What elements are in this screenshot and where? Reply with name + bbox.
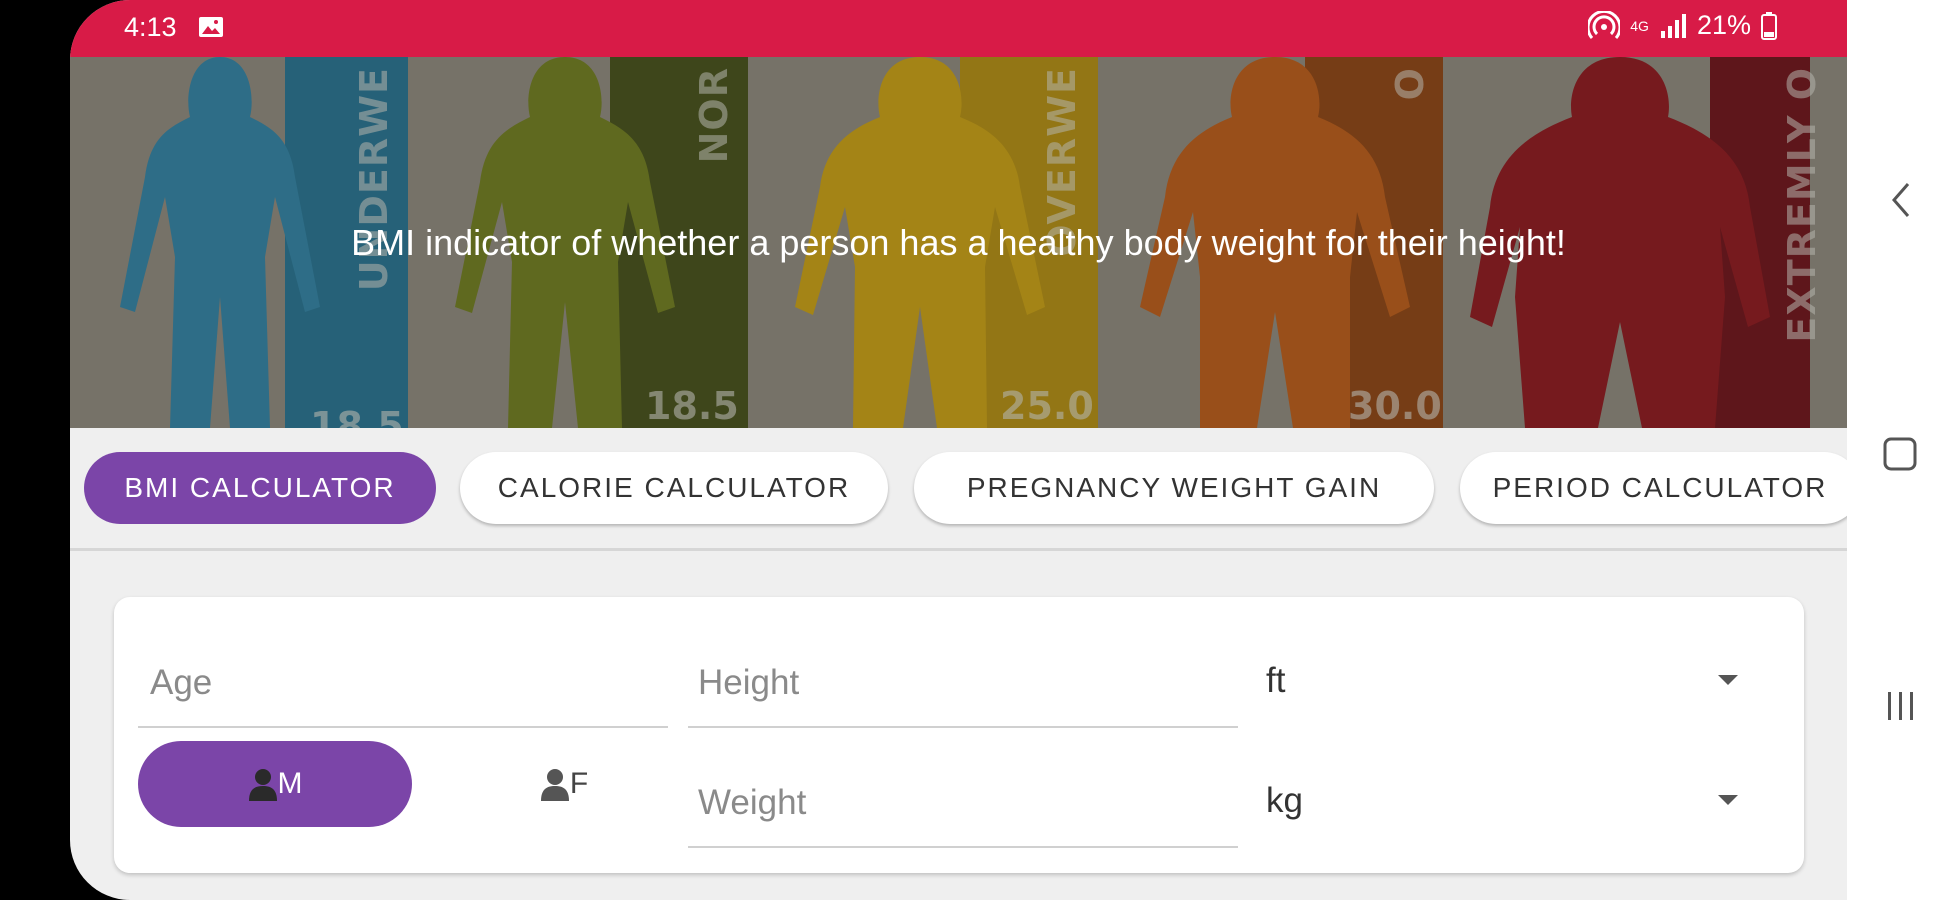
tab-bmi-calculator[interactable]: BMI CALCULATOR <box>84 452 436 524</box>
recents-button[interactable] <box>1847 688 1953 724</box>
gender-male-label: M <box>277 767 303 800</box>
gender-female-button[interactable]: F <box>474 741 654 827</box>
home-button[interactable] <box>1847 436 1953 472</box>
phone-screen: 4:13 4G 21% UNDERWE NOR OVERWE O EXTREML… <box>70 0 1847 900</box>
back-button[interactable] <box>1847 180 1953 220</box>
image-notification-icon <box>199 17 223 37</box>
weight-unit-select[interactable]: kg <box>1266 781 1303 821</box>
person-icon <box>248 769 277 801</box>
age-input[interactable]: Age <box>150 663 212 703</box>
bmi-form-card: Age Height ft M F Weight kg <box>114 597 1804 873</box>
height-input[interactable]: Height <box>698 663 799 703</box>
home-square-icon <box>1883 437 1917 471</box>
system-navigation-bar <box>1847 0 1953 900</box>
status-icons: 4G 21% <box>1588 10 1777 41</box>
hotspot-icon <box>1588 10 1621 39</box>
network-type-icon: 4G <box>1630 17 1649 34</box>
tab-period-calculator[interactable]: PERIOD CALCULATOR <box>1460 452 1847 524</box>
tabs-divider <box>70 548 1847 551</box>
back-chevron-icon <box>1892 183 1910 217</box>
tab-pregnancy-weight-gain[interactable]: PREGNANCY WEIGHT GAIN <box>914 452 1434 524</box>
height-underline <box>688 726 1238 728</box>
calculator-tabs: BMI CALCULATOR CALORIE CALCULATOR PREGNA… <box>70 452 1847 527</box>
tab-calorie-calculator[interactable]: CALORIE CALCULATOR <box>460 452 888 524</box>
age-underline <box>138 726 668 728</box>
weight-underline <box>688 846 1238 848</box>
height-unit-select[interactable]: ft <box>1266 661 1285 701</box>
height-unit-dropdown-icon[interactable] <box>1718 675 1738 685</box>
weight-input[interactable]: Weight <box>698 783 806 823</box>
gender-female-label: F <box>569 767 589 800</box>
recents-icon <box>1888 692 1913 720</box>
bmi-hero-banner: UNDERWE NOR OVERWE O EXTREMLY O 18.5 18.… <box>70 57 1847 428</box>
signal-icon <box>1660 13 1686 38</box>
person-icon <box>540 769 569 801</box>
battery-icon <box>1761 11 1777 40</box>
gender-male-button[interactable]: M <box>138 741 412 827</box>
battery-percent: 21% <box>1696 10 1751 40</box>
weight-unit-dropdown-icon[interactable] <box>1718 795 1738 805</box>
hero-caption: BMI indicator of whether a person has a … <box>351 222 1566 263</box>
status-bar: 4:13 4G 21% <box>70 0 1847 57</box>
status-time: 4:13 <box>124 12 177 42</box>
